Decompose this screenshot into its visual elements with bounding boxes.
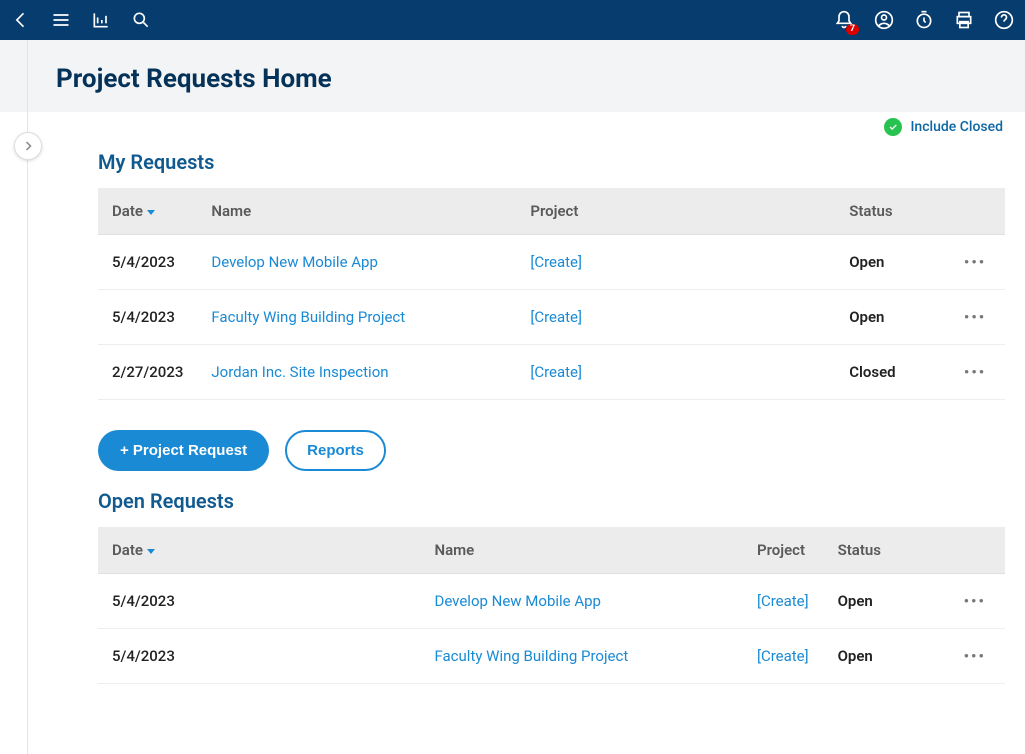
cell-name-link[interactable]: Develop New Mobile App <box>197 235 516 290</box>
page-title: Project Requests Home <box>56 64 1025 94</box>
cell-status: Closed <box>835 345 945 400</box>
sort-caret-icon <box>147 549 155 554</box>
row-actions-icon[interactable]: ••• <box>945 574 1006 629</box>
cell-project-link[interactable]: [Create] <box>516 235 835 290</box>
col-status[interactable]: Status <box>835 188 945 235</box>
col-name[interactable]: Name <box>420 527 742 574</box>
col-project[interactable]: Project <box>743 527 824 574</box>
my-requests-title: My Requests <box>98 150 1005 174</box>
check-icon <box>884 118 902 136</box>
cell-status: Open <box>824 574 945 629</box>
print-icon[interactable] <box>953 9 975 31</box>
page-header: Project Requests Home <box>0 40 1025 112</box>
table-row: 5/4/2023 Faculty Wing Building Project [… <box>98 629 1005 684</box>
top-nav-bar: 7 <box>0 0 1025 40</box>
col-status[interactable]: Status <box>824 527 945 574</box>
cell-name-link[interactable]: Develop New Mobile App <box>420 574 742 629</box>
col-actions <box>945 527 1006 574</box>
col-actions <box>945 188 1005 235</box>
sort-caret-icon <box>147 210 155 215</box>
include-closed-label: Include Closed <box>910 119 1003 135</box>
cell-date: 5/4/2023 <box>98 629 420 684</box>
my-requests-table: Date Name Project Status 5/4/2023 Develo… <box>98 188 1005 400</box>
table-row: 5/4/2023 Faculty Wing Building Project [… <box>98 290 1005 345</box>
open-requests-title: Open Requests <box>98 489 1005 513</box>
cell-date: 5/4/2023 <box>98 290 197 345</box>
cell-name-link[interactable]: Jordan Inc. Site Inspection <box>197 345 516 400</box>
cell-name-link[interactable]: Faculty Wing Building Project <box>197 290 516 345</box>
row-actions-icon[interactable]: ••• <box>945 290 1005 345</box>
open-requests-table: Date Name Project Status 5/4/2023 Develo… <box>98 527 1005 684</box>
project-request-button[interactable]: + Project Request <box>98 430 269 471</box>
back-icon[interactable] <box>10 9 32 31</box>
col-project[interactable]: Project <box>516 188 835 235</box>
col-name[interactable]: Name <box>197 188 516 235</box>
cell-project-link[interactable]: [Create] <box>743 574 824 629</box>
table-row: 5/4/2023 Develop New Mobile App [Create]… <box>98 574 1005 629</box>
user-account-icon[interactable] <box>873 9 895 31</box>
cell-name-link[interactable]: Faculty Wing Building Project <box>420 629 742 684</box>
timer-icon[interactable] <box>913 9 935 31</box>
menu-icon[interactable] <box>50 9 72 31</box>
row-actions-icon[interactable]: ••• <box>945 629 1006 684</box>
table-row: 5/4/2023 Develop New Mobile App [Create]… <box>98 235 1005 290</box>
notifications-icon[interactable]: 7 <box>833 9 855 31</box>
reports-button[interactable]: Reports <box>285 430 386 471</box>
cell-project-link[interactable]: [Create] <box>743 629 824 684</box>
col-date[interactable]: Date <box>98 188 197 235</box>
table-row: 2/27/2023 Jordan Inc. Site Inspection [C… <box>98 345 1005 400</box>
cell-project-link[interactable]: [Create] <box>516 345 835 400</box>
col-date[interactable]: Date <box>98 527 420 574</box>
include-closed-toggle[interactable]: Include Closed <box>884 118 1003 136</box>
cell-project-link[interactable]: [Create] <box>516 290 835 345</box>
search-icon[interactable] <box>130 9 152 31</box>
chart-icon[interactable] <box>90 9 112 31</box>
cell-date: 5/4/2023 <box>98 574 420 629</box>
help-icon[interactable] <box>993 9 1015 31</box>
cell-status: Open <box>835 235 945 290</box>
cell-date: 5/4/2023 <box>98 235 197 290</box>
cell-status: Open <box>835 290 945 345</box>
cell-status: Open <box>824 629 945 684</box>
row-actions-icon[interactable]: ••• <box>945 235 1005 290</box>
cell-date: 2/27/2023 <box>98 345 197 400</box>
expand-sidebar-handle[interactable] <box>14 132 42 160</box>
notification-badge: 7 <box>846 24 859 35</box>
row-actions-icon[interactable]: ••• <box>945 345 1005 400</box>
